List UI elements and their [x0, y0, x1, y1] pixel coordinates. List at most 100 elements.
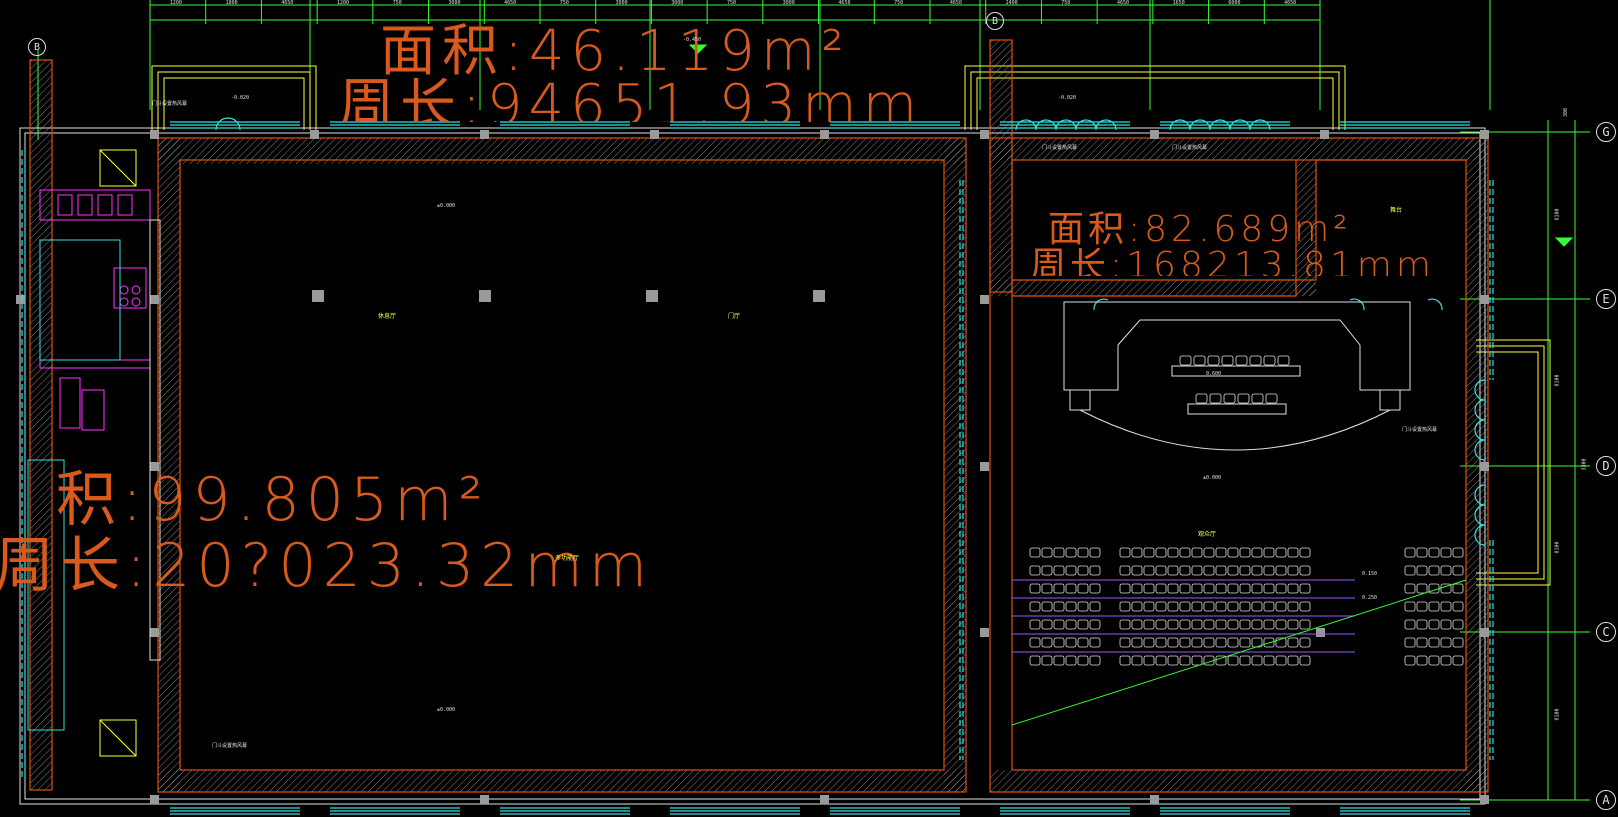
- seat: [1263, 565, 1275, 576]
- seat: [1155, 655, 1167, 666]
- seat: [1428, 565, 1440, 576]
- door-note: 门斗设置热风幕: [212, 743, 248, 749]
- seat: [1416, 601, 1428, 612]
- level-mark: 0.150: [1362, 571, 1378, 577]
- seat: [1251, 619, 1263, 630]
- seat: [1179, 619, 1191, 630]
- seat: [1239, 547, 1251, 558]
- seat: [1452, 619, 1464, 630]
- seat: [1452, 637, 1464, 648]
- seat: [1227, 565, 1239, 576]
- auditorium-seating: [1029, 355, 1464, 666]
- level-mark: -0.020: [231, 95, 250, 101]
- seat: [1227, 601, 1239, 612]
- seat: [1239, 565, 1251, 576]
- dimension-label: 4650: [949, 0, 962, 6]
- seat: [1119, 547, 1131, 558]
- seat: [1299, 655, 1311, 666]
- seat: [1275, 565, 1287, 576]
- seat: [1119, 655, 1131, 666]
- seat: [1041, 565, 1053, 576]
- seat: [1179, 565, 1191, 576]
- seat: [1065, 655, 1077, 666]
- seat: [1299, 601, 1311, 612]
- dimension-label: 3300: [1581, 458, 1588, 471]
- seat: [1299, 547, 1311, 558]
- seat: [1287, 583, 1299, 594]
- seat: [1191, 547, 1203, 558]
- dimension-label: 4650: [1284, 0, 1297, 6]
- seat: [1263, 655, 1275, 666]
- seat: [1440, 637, 1452, 648]
- seat: [1029, 547, 1041, 558]
- seat: [1065, 547, 1077, 558]
- seat: [1203, 637, 1215, 648]
- seat: [1065, 619, 1077, 630]
- seat: [1287, 655, 1299, 666]
- room-label: 门厅: [728, 313, 741, 320]
- seat: [1167, 619, 1179, 630]
- seat: [1065, 601, 1077, 612]
- room-label: 观众厅: [1198, 531, 1217, 538]
- seat: [1251, 393, 1264, 404]
- seat: [1440, 619, 1452, 630]
- seat: [1203, 619, 1215, 630]
- seat: [1029, 601, 1041, 612]
- seat: [1416, 583, 1428, 594]
- seat: [1179, 637, 1191, 648]
- seat: [1089, 655, 1101, 666]
- seat: [1089, 619, 1101, 630]
- seat: [1131, 655, 1143, 666]
- seat: [1053, 619, 1065, 630]
- seat: [1041, 637, 1053, 648]
- seat: [1227, 583, 1239, 594]
- seat: [1077, 547, 1089, 558]
- seat: [1237, 393, 1250, 404]
- dimension-label: 4650: [838, 0, 851, 6]
- seat: [1227, 655, 1239, 666]
- seat: [1029, 655, 1041, 666]
- seat: [1275, 583, 1287, 594]
- dimension-label: 750: [1061, 0, 1071, 6]
- seat: [1215, 619, 1227, 630]
- seat: [1440, 601, 1452, 612]
- seat: [1191, 583, 1203, 594]
- door-note: 门斗设置热风幕: [152, 101, 188, 107]
- level-mark: ±0.000: [1203, 475, 1222, 481]
- seat: [1404, 619, 1416, 630]
- seat: [1179, 583, 1191, 594]
- perimeter-label-west: 周长:20?023.32mm: [0, 531, 654, 601]
- cad-drawing-viewport[interactable]: 面积:46.119m² 周长:94651.93mm 面积:82.689m² 周长…: [0, 0, 1618, 817]
- seat: [1119, 565, 1131, 576]
- level-mark: ±0.000: [437, 203, 456, 209]
- seat: [1041, 601, 1053, 612]
- seat: [1131, 619, 1143, 630]
- seat: [1251, 547, 1263, 558]
- seat: [1041, 619, 1053, 630]
- seat: [1215, 565, 1227, 576]
- seat: [1191, 619, 1203, 630]
- seat: [1299, 637, 1311, 648]
- seat: [1299, 565, 1311, 576]
- seat: [1263, 583, 1275, 594]
- room-label: 舞台: [1390, 207, 1403, 214]
- seat: [1239, 619, 1251, 630]
- dimension-label: 8100: [1554, 541, 1561, 554]
- level-mark: -0.450: [683, 37, 702, 43]
- seat: [1227, 547, 1239, 558]
- seat: [1263, 355, 1276, 366]
- dimension-label: 750: [392, 0, 402, 6]
- seat: [1452, 583, 1464, 594]
- seat: [1215, 637, 1227, 648]
- seat: [1089, 601, 1101, 612]
- seat: [1131, 583, 1143, 594]
- level-mark: 0.250: [1362, 595, 1378, 601]
- seat: [1263, 619, 1275, 630]
- seat: [1428, 637, 1440, 648]
- seat: [1251, 583, 1263, 594]
- seat: [1287, 619, 1299, 630]
- seat: [1119, 601, 1131, 612]
- floor-plan-canvas[interactable]: [0, 0, 1618, 817]
- seat: [1179, 355, 1192, 366]
- dimension-label: 300: [1563, 107, 1570, 118]
